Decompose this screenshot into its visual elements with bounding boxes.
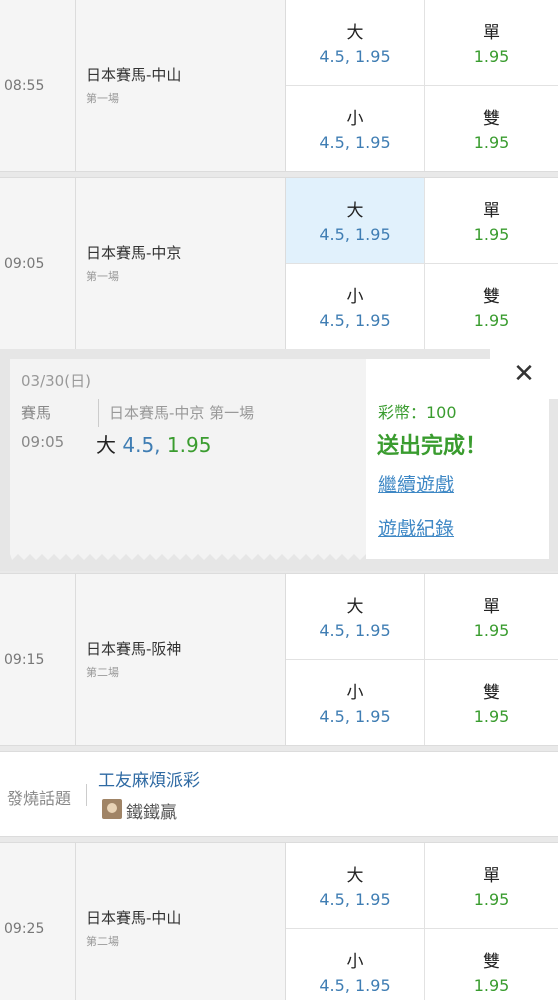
bet-even-button[interactable]: 雙 1.95 bbox=[425, 85, 558, 171]
divider bbox=[98, 399, 99, 427]
race-number: 第二場 bbox=[86, 666, 119, 679]
match-row: 09:05 日本賽馬-中京 第一場 大 4.5, 1.95 單 1.95 小 4.5,… bbox=[0, 177, 558, 350]
continue-game-link[interactable]: 繼續遊戲 bbox=[378, 470, 454, 497]
race-number: 第一場 bbox=[86, 270, 119, 283]
match-time: 08:55 bbox=[4, 77, 45, 94]
bet-big-button[interactable]: 大 4.5, 1.95 bbox=[286, 843, 425, 929]
bet-even-button[interactable]: 雙 1.95 bbox=[425, 928, 558, 1000]
match-time: 09:05 bbox=[4, 255, 45, 272]
bet-small-button[interactable]: 小 4.5, 1.95 bbox=[286, 659, 425, 745]
bet-even-button[interactable]: 雙 1.95 bbox=[425, 263, 558, 349]
divider bbox=[86, 784, 87, 806]
bet-small-button[interactable]: 小 4.5, 1.95 bbox=[286, 928, 425, 1000]
race-number: 第二場 bbox=[86, 935, 119, 948]
match-row: 09:15 日本賽馬-阪神 第二場 大 4.5, 1.95 單 1.95 小 4.5,… bbox=[0, 573, 558, 746]
hot-topic-bar: 發燒話題 工友麻煩派彩 鐵鐵贏 bbox=[0, 751, 558, 837]
avatar bbox=[102, 799, 122, 819]
bet-odd-button[interactable]: 單 1.95 bbox=[425, 178, 558, 264]
ticket-date: 03/30(日) bbox=[21, 372, 91, 390]
bet-odd-button[interactable]: 單 1.95 bbox=[425, 843, 558, 929]
race-number: 第一場 bbox=[86, 92, 119, 105]
match-name: 日本賽馬-中京 bbox=[86, 244, 182, 262]
match-name: 日本賽馬-中山 bbox=[86, 909, 182, 927]
hot-topic-heading: 發燒話題 bbox=[7, 789, 72, 808]
ticket-category: 賽馬 bbox=[21, 404, 52, 422]
topic-author: 鐵鐵贏 bbox=[126, 803, 177, 823]
submit-status: 送出完成！ bbox=[377, 434, 488, 459]
hot-topic-link[interactable]: 工友麻煩派彩 bbox=[98, 766, 200, 791]
match-row: 08:55 日本賽馬-中山 第一場 大 4.5, 1.95 單 1.95 小 4.5,… bbox=[0, 0, 558, 172]
match-time: 09:15 bbox=[4, 651, 45, 668]
bet-big-button[interactable]: 大 4.5, 1.95 bbox=[286, 574, 425, 660]
ticket-zigzag-edge bbox=[10, 552, 366, 560]
ticket-pick: 大 4.5, 1.95 bbox=[96, 433, 212, 457]
odds-grid: 大 4.5, 1.95 單 1.95 小 4.5, 1.95 雙 1.95 bbox=[286, 574, 558, 745]
ticket-race: 日本賽馬-中京 第一場 bbox=[109, 404, 255, 422]
bet-big-button[interactable]: 大 4.5, 1.95 bbox=[286, 178, 425, 264]
bet-confirmation-popup: 03/30(日) 賽馬 09:05 日本賽馬-中京 第一場 大 4.5, 1.9… bbox=[0, 349, 558, 571]
odds-grid: 大 4.5, 1.95 單 1.95 小 4.5, 1.95 雙 1.95 bbox=[286, 0, 558, 171]
game-history-link[interactable]: 遊戲紀錄 bbox=[378, 514, 454, 541]
bet-even-button[interactable]: 雙 1.95 bbox=[425, 659, 558, 745]
bet-odd-button[interactable]: 單 1.95 bbox=[425, 0, 558, 86]
match-name: 日本賽馬-阪神 bbox=[86, 640, 182, 658]
bet-big-button[interactable]: 大 4.5, 1.95 bbox=[286, 0, 425, 86]
ticket-time: 09:05 bbox=[21, 433, 65, 451]
match-time: 09:25 bbox=[4, 920, 45, 937]
odds-grid: 大 4.5, 1.95 單 1.95 小 4.5, 1.95 雙 1.95 bbox=[286, 843, 558, 1000]
bet-odd-button[interactable]: 單 1.95 bbox=[425, 574, 558, 660]
bet-small-button[interactable]: 小 4.5, 1.95 bbox=[286, 263, 425, 349]
bet-ticket: 03/30(日) 賽馬 09:05 日本賽馬-中京 第一場 大 4.5, 1.9… bbox=[10, 359, 366, 560]
bet-small-button[interactable]: 小 4.5, 1.95 bbox=[286, 85, 425, 171]
odds-grid: 大 4.5, 1.95 單 1.95 小 4.5, 1.95 雙 1.95 bbox=[286, 178, 558, 349]
match-row: 09:25 日本賽馬-中山 第二場 大 4.5, 1.95 單 1.95 小 4.5,… bbox=[0, 842, 558, 1000]
coins-amount: 彩幣：100 bbox=[378, 403, 457, 422]
close-button[interactable]: ✕ bbox=[490, 349, 558, 399]
match-name: 日本賽馬-中山 bbox=[86, 66, 182, 84]
close-icon: ✕ bbox=[513, 359, 535, 389]
